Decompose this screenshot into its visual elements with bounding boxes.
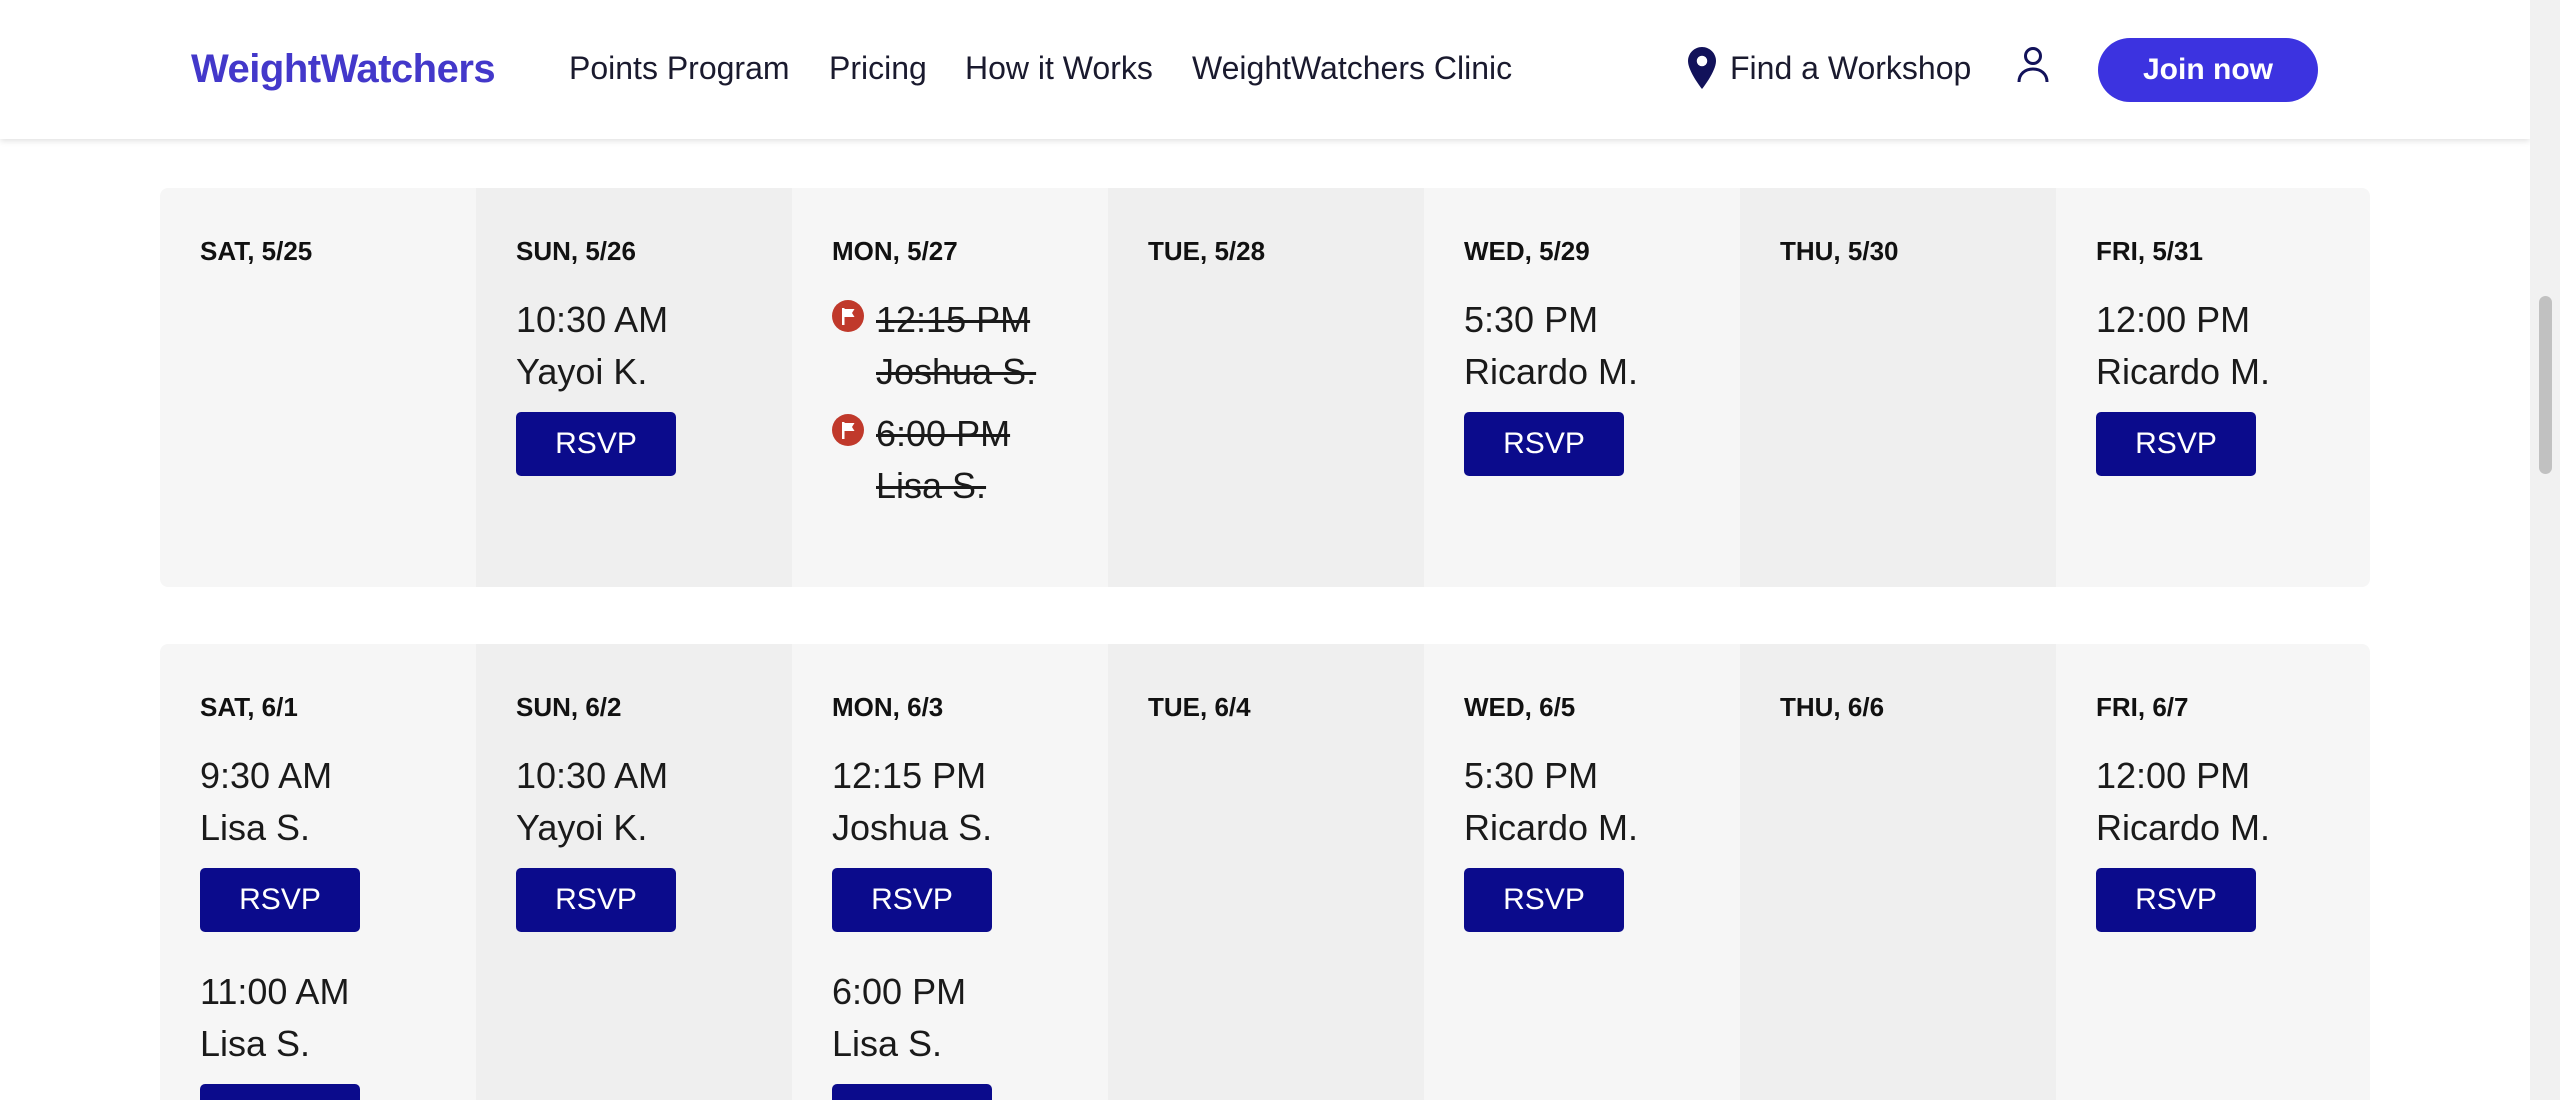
rsvp-button[interactable]: RSVP <box>832 868 992 932</box>
cancelled-flag-icon <box>832 414 864 446</box>
day-label: TUE, 6/4 <box>1148 692 1251 722</box>
nav-points-program[interactable]: Points Program <box>569 48 790 88</box>
day-label: SAT, 6/1 <box>200 692 298 722</box>
session: 5:30 PM Ricardo M. RSVP <box>1464 294 1740 476</box>
session-time: 12:15 PM <box>876 299 1031 340</box>
page: WeightWatchers Points Program Pricing Ho… <box>0 0 2560 1100</box>
cancelled-flag-icon <box>832 300 864 332</box>
find-workshop-link[interactable]: Find a Workshop <box>1688 44 1971 92</box>
nav-pricing[interactable]: Pricing <box>829 48 927 88</box>
session-time: 10:30 AM <box>516 299 669 340</box>
day-column: MON, 5/27 12:15 PM Joshua S. 6:00 PM Lis… <box>792 188 1108 587</box>
day-label: WED, 5/29 <box>1464 236 1590 266</box>
day-label: SUN, 6/2 <box>516 692 622 722</box>
week-schedule: SAT, 5/25 SUN, 5/26 10:30 AM Yayoi K. RS… <box>160 188 2370 587</box>
session: 10:30 AM Yayoi K. RSVP <box>516 294 792 476</box>
session-time: 12:00 PM <box>2096 299 2251 340</box>
day-column: WED, 5/29 5:30 PM Ricardo M. RSVP <box>1424 188 1740 587</box>
weightwatchers-logo[interactable]: WeightWatchers <box>191 44 496 94</box>
rsvp-button[interactable]: RSVP <box>200 868 360 932</box>
session-coach: Joshua S. <box>832 807 993 848</box>
day-label: MON, 5/27 <box>832 236 958 266</box>
session-time: 11:00 AM <box>200 971 350 1012</box>
map-pin-icon <box>1688 47 1716 89</box>
session-coach: Ricardo M. <box>2096 807 2271 848</box>
session: 12:00 PM Ricardo M. RSVP <box>2096 750 2370 932</box>
day-column: MON, 6/3 12:15 PM Joshua S. RSVP 6:00 PM… <box>792 644 1108 1100</box>
day-label: FRI, 5/31 <box>2096 236 2203 266</box>
cancelled-session: 12:15 PM Joshua S. <box>832 294 1108 398</box>
page-scrollbar[interactable] <box>2530 0 2560 1100</box>
day-column: WED, 6/5 5:30 PM Ricardo M. RSVP <box>1424 644 1740 1100</box>
rsvp-button[interactable]: RSVP <box>2096 412 2256 476</box>
rsvp-button[interactable]: RSVP <box>2096 868 2256 932</box>
day-column: FRI, 6/7 12:00 PM Ricardo M. RSVP <box>2056 644 2370 1100</box>
session-coach: Lisa S. <box>832 1023 943 1064</box>
day-label: SAT, 5/25 <box>200 236 313 266</box>
session-coach: Lisa S. <box>200 807 311 848</box>
rsvp-button[interactable]: RSVP <box>1464 412 1624 476</box>
session: 11:00 AM Lisa S. RSVP <box>200 966 476 1100</box>
day-column: THU, 6/6 <box>1740 644 2056 1100</box>
session-coach: Ricardo M. <box>1464 351 1639 392</box>
session-time: 5:30 PM <box>1464 755 1599 796</box>
session-time: 6:00 PM <box>832 971 967 1012</box>
user-icon[interactable] <box>2016 46 2050 84</box>
cancelled-session: 6:00 PM Lisa S. <box>832 408 1108 512</box>
day-label: THU, 5/30 <box>1780 236 1899 266</box>
session-time: 12:15 PM <box>832 755 987 796</box>
day-label: WED, 6/5 <box>1464 692 1576 722</box>
day-label: THU, 6/6 <box>1780 692 1885 722</box>
day-column: TUE, 6/4 <box>1108 644 1424 1100</box>
day-column: THU, 5/30 <box>1740 188 2056 587</box>
session-time: 6:00 PM <box>876 413 1011 454</box>
session-time: 12:00 PM <box>2096 755 2251 796</box>
session: 6:00 PM Lisa S. RSVP <box>832 966 1108 1100</box>
nav-how-it-works[interactable]: How it Works <box>965 48 1153 88</box>
nav-weightwatchers-clinic[interactable]: WeightWatchers Clinic <box>1192 48 1512 88</box>
week-schedule: SAT, 6/1 9:30 AM Lisa S. RSVP 11:00 AM L… <box>160 644 2370 1100</box>
site-header: WeightWatchers Points Program Pricing Ho… <box>0 0 2530 139</box>
day-column: SUN, 5/26 10:30 AM Yayoi K. RSVP <box>476 188 792 587</box>
session-coach: Joshua S. <box>876 351 1037 392</box>
session-coach: Lisa S. <box>200 1023 311 1064</box>
session-time: 5:30 PM <box>1464 299 1599 340</box>
session: 10:30 AM Yayoi K. RSVP <box>516 750 792 932</box>
day-label: SUN, 5/26 <box>516 236 636 266</box>
join-now-button[interactable]: Join now <box>2098 38 2318 102</box>
rsvp-button[interactable]: RSVP <box>516 868 676 932</box>
day-label: MON, 6/3 <box>832 692 944 722</box>
day-column: FRI, 5/31 12:00 PM Ricardo M. RSVP <box>2056 188 2370 587</box>
day-column: TUE, 5/28 <box>1108 188 1424 587</box>
session: 5:30 PM Ricardo M. RSVP <box>1464 750 1740 932</box>
day-column: SAT, 5/25 <box>160 188 476 587</box>
session-coach: Ricardo M. <box>1464 807 1639 848</box>
scrollbar-thumb[interactable] <box>2539 296 2552 474</box>
session: 9:30 AM Lisa S. RSVP <box>200 750 476 932</box>
session-coach: Yayoi K. <box>516 351 648 392</box>
day-label: TUE, 5/28 <box>1148 236 1266 266</box>
session-coach: Ricardo M. <box>2096 351 2271 392</box>
day-column: SAT, 6/1 9:30 AM Lisa S. RSVP 11:00 AM L… <box>160 644 476 1100</box>
day-column: SUN, 6/2 10:30 AM Yayoi K. RSVP <box>476 644 792 1100</box>
rsvp-button[interactable]: RSVP <box>832 1084 992 1100</box>
session-coach: Lisa S. <box>876 465 987 506</box>
day-label: FRI, 6/7 <box>2096 692 2189 722</box>
rsvp-button[interactable]: RSVP <box>1464 868 1624 932</box>
session: 12:15 PM Joshua S. RSVP <box>832 750 1108 932</box>
session: 12:00 PM Ricardo M. RSVP <box>2096 294 2370 476</box>
session-coach: Yayoi K. <box>516 807 648 848</box>
rsvp-button[interactable]: RSVP <box>200 1084 360 1100</box>
session-time: 10:30 AM <box>516 755 669 796</box>
rsvp-button[interactable]: RSVP <box>516 412 676 476</box>
session-time: 9:30 AM <box>200 755 333 796</box>
find-workshop-label: Find a Workshop <box>1730 49 1972 86</box>
